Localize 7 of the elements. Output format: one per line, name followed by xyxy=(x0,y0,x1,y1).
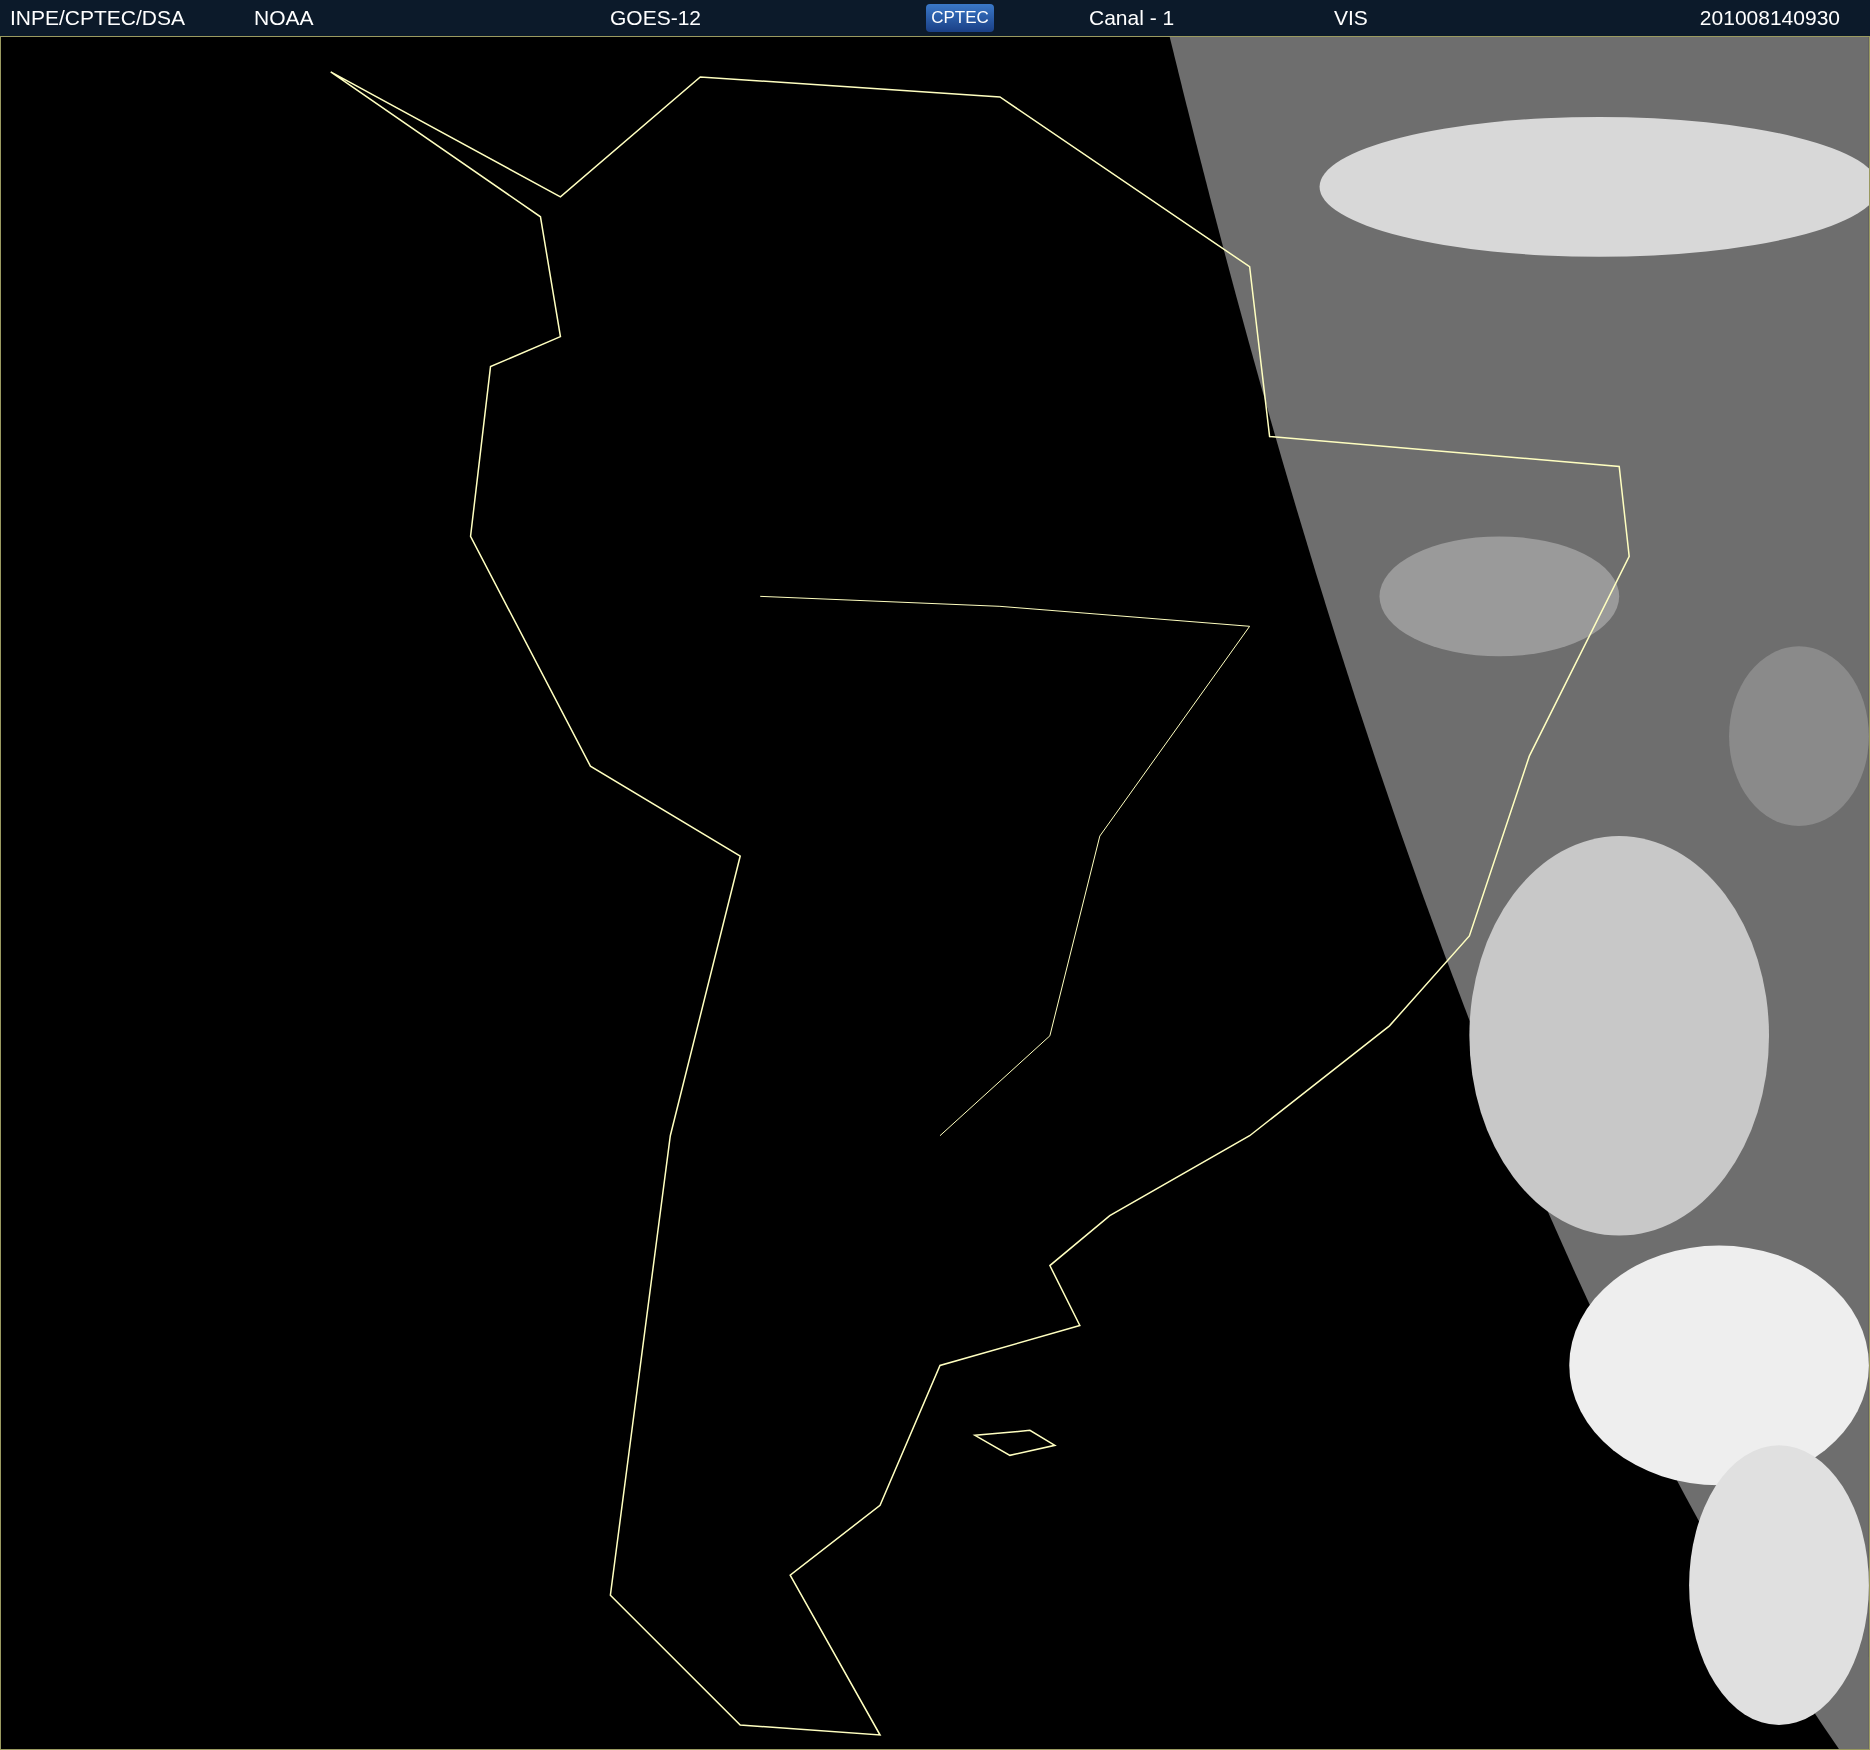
timestamp-label: 201008140930 xyxy=(1699,6,1840,30)
satellite-label: GOES-12 xyxy=(610,6,703,30)
source-label: INPE/CPTEC/DSA xyxy=(10,6,187,30)
band-label: VIS xyxy=(1334,6,1369,30)
agency-label: NOAA xyxy=(254,6,315,30)
channel-label: Canal - 1 xyxy=(1089,6,1176,30)
logo: CPTEC xyxy=(926,4,994,32)
